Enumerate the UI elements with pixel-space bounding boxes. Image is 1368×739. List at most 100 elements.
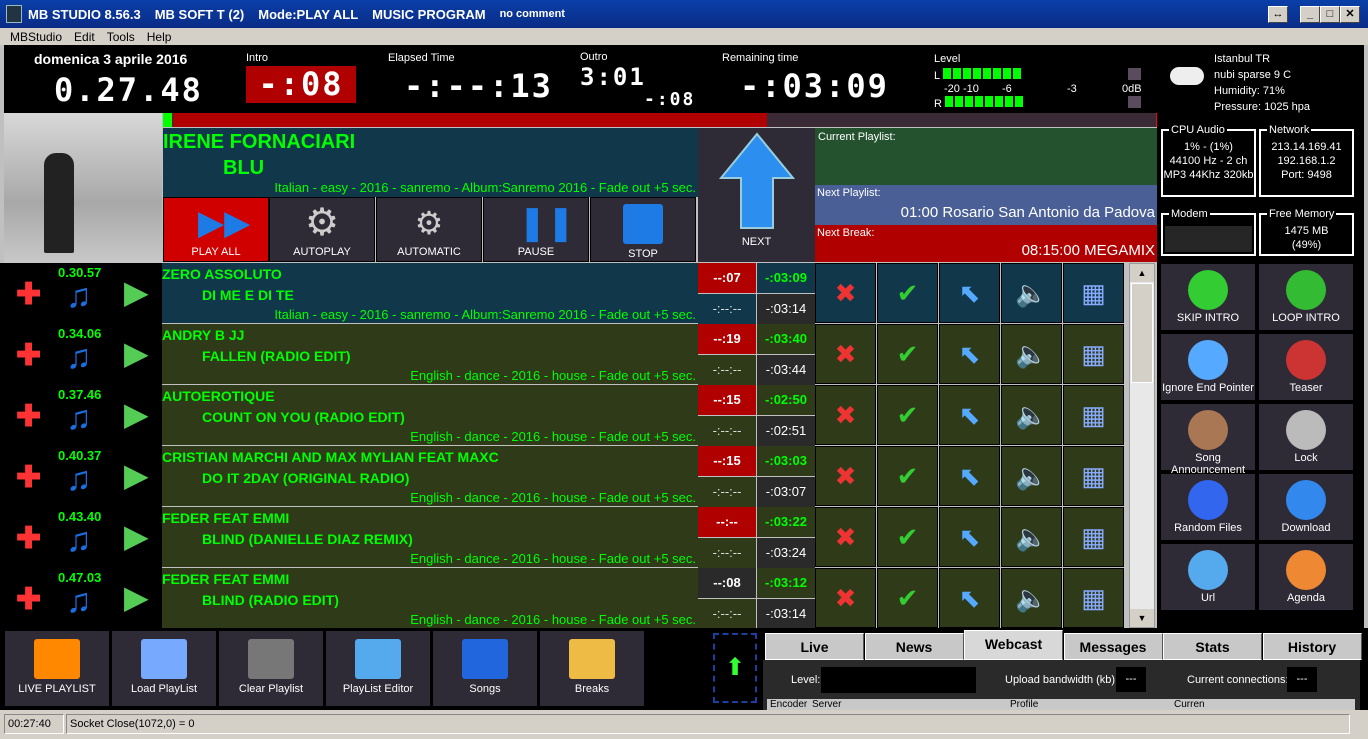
autoplay-button[interactable]: ⚙ AUTOPLAY bbox=[269, 197, 375, 262]
bottom-button-live-playlist[interactable]: LIVE PLAYLIST bbox=[4, 630, 110, 707]
minimize-button[interactable]: _ bbox=[1300, 6, 1320, 23]
side-button-lock[interactable]: Lock bbox=[1258, 403, 1354, 471]
clock: 0.27.48 bbox=[54, 71, 203, 109]
play-icon[interactable]: ▶ bbox=[124, 517, 149, 555]
add-icon[interactable]: ✚ bbox=[16, 582, 41, 617]
next-break[interactable]: Next Break: 08:15:00 MEGAMIX bbox=[815, 225, 1157, 262]
speaker-icon[interactable]: 🔈 bbox=[1001, 324, 1062, 384]
check-icon[interactable]: ✔ bbox=[877, 324, 938, 384]
side-button-skip-intro[interactable]: SKIP INTRO bbox=[1160, 263, 1256, 331]
cursor-icon[interactable]: ⬉ bbox=[939, 568, 1000, 628]
level-meter-left: L bbox=[934, 68, 1023, 82]
cursor-icon[interactable]: ⬉ bbox=[939, 263, 1000, 323]
properties-icon[interactable]: ▦ bbox=[1063, 263, 1124, 323]
properties-icon[interactable]: ▦ bbox=[1063, 324, 1124, 384]
playlist-row[interactable]: ✚ 0.40.37 ♫ ▶ CRISTIAN MARCHI AND MAX MYLIAN… bbox=[0, 446, 1127, 507]
properties-icon[interactable]: ▦ bbox=[1063, 507, 1124, 567]
row-track-info[interactable]: AUTOEROTIQUE COUNT ON YOU (RADIO EDIT) Eng… bbox=[162, 385, 698, 445]
menu-tools[interactable]: Tools bbox=[107, 30, 135, 44]
next-button[interactable]: NEXT bbox=[698, 128, 815, 262]
row-track-info[interactable]: CRISTIAN MARCHI AND MAX MYLIAN FEAT MAXC… bbox=[162, 446, 698, 506]
maximize-button[interactable]: □ bbox=[1320, 6, 1340, 23]
delete-icon[interactable]: ✖ bbox=[815, 507, 876, 567]
play-icon[interactable]: ▶ bbox=[124, 334, 149, 372]
menu-help[interactable]: Help bbox=[147, 30, 172, 44]
playlist-scrollbar[interactable]: ▲ ▼ bbox=[1129, 263, 1155, 628]
playlist-row[interactable]: ✚ 0.34.06 ♫ ▶ ANDRY B JJ FALLEN (RADIO EDIT) E… bbox=[0, 324, 1127, 385]
bottom-button-songs[interactable]: Songs bbox=[432, 630, 538, 707]
row-track-info[interactable]: FEDER FEAT EMMI BLIND (RADIO EDIT) English… bbox=[162, 568, 698, 628]
cursor-icon[interactable]: ⬉ bbox=[939, 385, 1000, 445]
delete-icon[interactable]: ✖ bbox=[815, 263, 876, 323]
row-track-info[interactable]: ANDRY B JJ FALLEN (RADIO EDIT) English - d… bbox=[162, 324, 698, 384]
tab-webcast[interactable]: Webcast bbox=[964, 630, 1063, 660]
playlist-row[interactable]: ✚ 0.30.57 ♫ ▶ ZERO ASSOLUTO DI ME E DI TE Ital… bbox=[0, 263, 1127, 324]
close-button[interactable]: ✕ bbox=[1340, 6, 1360, 23]
properties-icon[interactable]: ▦ bbox=[1063, 568, 1124, 628]
track-progress-bar[interactable] bbox=[163, 113, 1165, 127]
bottom-button-playlist-editor[interactable]: PlayList Editor bbox=[325, 630, 431, 707]
side-button-random-files[interactable]: Random Files bbox=[1160, 473, 1256, 541]
bottom-button-breaks[interactable]: Breaks bbox=[539, 630, 645, 707]
play-icon[interactable]: ▶ bbox=[124, 578, 149, 616]
tab-stats[interactable]: Stats bbox=[1163, 633, 1262, 660]
add-icon[interactable]: ✚ bbox=[16, 338, 41, 373]
cursor-icon[interactable]: ⬉ bbox=[939, 324, 1000, 384]
tab-news[interactable]: News bbox=[864, 633, 964, 660]
side-button-download[interactable]: Download bbox=[1258, 473, 1354, 541]
tab-messages[interactable]: Messages bbox=[1063, 633, 1163, 660]
bottom-button-load-playlist[interactable]: Load PlayList bbox=[111, 630, 217, 707]
check-icon[interactable]: ✔ bbox=[877, 507, 938, 567]
scroll-up-button[interactable]: ⬆ bbox=[713, 633, 757, 703]
pause-button[interactable]: ❚❚ PAUSE bbox=[483, 197, 589, 262]
check-icon[interactable]: ✔ bbox=[877, 385, 938, 445]
properties-icon[interactable]: ▦ bbox=[1063, 446, 1124, 506]
stop-button[interactable]: STOP bbox=[590, 197, 696, 262]
weather: Istanbul TR nubi sparse 9 C Humidity: 71% P… bbox=[1214, 53, 1311, 113]
side-button-url[interactable]: Url bbox=[1160, 543, 1256, 611]
side-button-teaser[interactable]: Teaser bbox=[1258, 333, 1354, 401]
cpu-audio-box: CPU Audio 1% - (1%) 44100 Hz - 2 ch MP3 44K… bbox=[1161, 123, 1256, 197]
delete-icon[interactable]: ✖ bbox=[815, 568, 876, 628]
play-icon[interactable]: ▶ bbox=[124, 456, 149, 494]
next-playlist[interactable]: Next Playlist: 01:00 Rosario San Antonio … bbox=[815, 185, 1157, 225]
cursor-icon[interactable]: ⬉ bbox=[939, 446, 1000, 506]
add-icon[interactable]: ✚ bbox=[16, 460, 41, 495]
delete-icon[interactable]: ✖ bbox=[815, 385, 876, 445]
menu-mbstudio[interactable]: MBStudio bbox=[10, 30, 62, 44]
side-button-song-announcement[interactable]: Song Announcement bbox=[1160, 403, 1256, 476]
speaker-icon[interactable]: 🔈 bbox=[1001, 446, 1062, 506]
row-track-info[interactable]: ZERO ASSOLUTO DI ME E DI TE Italian - easy… bbox=[162, 263, 698, 323]
playlist-row[interactable]: ✚ 0.47.03 ♫ ▶ FEDER FEAT EMMI BLIND (RADIO ED… bbox=[0, 568, 1127, 629]
speaker-icon[interactable]: 🔈 bbox=[1001, 385, 1062, 445]
resize-icon[interactable]: ↔ bbox=[1268, 6, 1288, 23]
cursor-icon[interactable]: ⬉ bbox=[939, 507, 1000, 567]
current-playlist[interactable]: Current Playlist: bbox=[815, 128, 1157, 185]
tab-live[interactable]: Live bbox=[765, 633, 864, 660]
playlist-row[interactable]: ✚ 0.37.46 ♫ ▶ AUTOEROTIQUE COUNT ON YOU (RADI… bbox=[0, 385, 1127, 446]
properties-icon[interactable]: ▦ bbox=[1063, 385, 1124, 445]
play-all-button[interactable]: ▶▶ PLAY ALL bbox=[163, 197, 269, 262]
check-icon[interactable]: ✔ bbox=[877, 446, 938, 506]
add-icon[interactable]: ✚ bbox=[16, 399, 41, 434]
check-icon[interactable]: ✔ bbox=[877, 263, 938, 323]
delete-icon[interactable]: ✖ bbox=[815, 324, 876, 384]
automatic-button[interactable]: ⚙ AUTOMATIC bbox=[376, 197, 482, 262]
bottom-button-clear-playlist[interactable]: Clear Playlist bbox=[218, 630, 324, 707]
playlist-row[interactable]: ✚ 0.43.40 ♫ ▶ FEDER FEAT EMMI BLIND (DANIELLE… bbox=[0, 507, 1127, 568]
speaker-icon[interactable]: 🔈 bbox=[1001, 568, 1062, 628]
tab-history[interactable]: History bbox=[1262, 633, 1362, 660]
side-button-ignore-end-pointer[interactable]: Ignore End Pointer bbox=[1160, 333, 1256, 401]
delete-icon[interactable]: ✖ bbox=[815, 446, 876, 506]
play-icon[interactable]: ▶ bbox=[124, 395, 149, 433]
add-icon[interactable]: ✚ bbox=[16, 521, 41, 556]
side-button-agenda[interactable]: Agenda bbox=[1258, 543, 1354, 611]
speaker-icon[interactable]: 🔈 bbox=[1001, 263, 1062, 323]
speaker-icon[interactable]: 🔈 bbox=[1001, 507, 1062, 567]
check-icon[interactable]: ✔ bbox=[877, 568, 938, 628]
play-icon[interactable]: ▶ bbox=[124, 273, 149, 311]
row-track-info[interactable]: FEDER FEAT EMMI BLIND (DANIELLE DIAZ REMI… bbox=[162, 507, 698, 567]
side-button-loop-intro[interactable]: LOOP INTRO bbox=[1258, 263, 1354, 331]
add-icon[interactable]: ✚ bbox=[16, 277, 41, 312]
menu-edit[interactable]: Edit bbox=[74, 30, 95, 44]
